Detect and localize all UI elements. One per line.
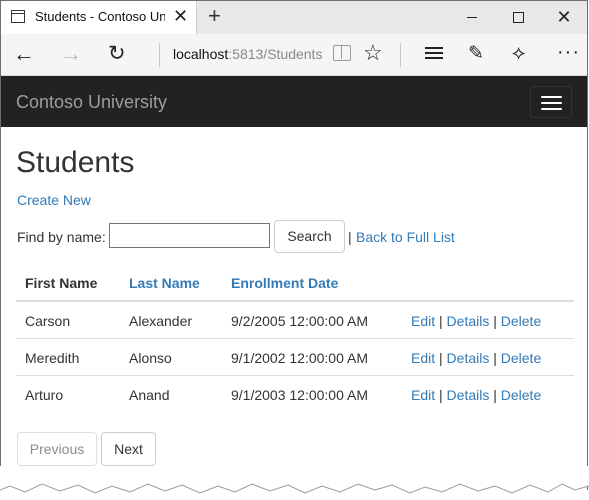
divider (159, 43, 160, 67)
previous-button[interactable]: Previous (17, 432, 97, 466)
cell-last-name: Alonso (129, 350, 172, 366)
search-input[interactable] (109, 223, 270, 248)
url-field[interactable]: localhost:5813/Students (173, 46, 322, 62)
divider (400, 43, 401, 67)
forward-arrow-icon[interactable]: → (60, 42, 82, 66)
tab-title: Students - Contoso Univ (35, 9, 165, 24)
page-title: Students (16, 146, 135, 179)
header-last-name-link[interactable]: Last Name (129, 275, 200, 291)
maximize-icon[interactable] (495, 1, 541, 33)
separator: | (493, 350, 497, 366)
cell-first-name: Arturo (25, 387, 64, 403)
edit-link[interactable]: Edit (411, 387, 435, 403)
torn-edge (0, 466, 589, 494)
favorite-star-icon[interactable]: ☆ (363, 41, 383, 65)
cell-last-name: Alexander (129, 313, 193, 329)
browser-window: Students - Contoso Univ ✕ + ✕ ← → ↻ loca… (0, 0, 588, 490)
row-actions: Edit | Details | Delete (411, 387, 541, 403)
new-tab-icon[interactable]: + (208, 4, 221, 28)
cell-enrollment-date: 9/1/2002 12:00:00 AM (231, 350, 368, 366)
hamburger-bar (541, 96, 562, 98)
table-row: Arturo Anand 9/1/2003 12:00:00 AM Edit |… (16, 376, 574, 413)
details-link[interactable]: Details (447, 350, 490, 366)
close-icon[interactable]: ✕ (173, 7, 188, 25)
separator: | (493, 313, 497, 329)
back-arrow-icon[interactable]: ← (13, 42, 35, 66)
delete-link[interactable]: Delete (501, 387, 541, 403)
edit-link[interactable]: Edit (411, 313, 435, 329)
tab-strip: Students - Contoso Univ ✕ + ✕ (1, 1, 587, 34)
cell-enrollment-date: 9/1/2003 12:00:00 AM (231, 387, 368, 403)
menu-toggle-button[interactable] (530, 86, 572, 118)
next-button[interactable]: Next (101, 432, 156, 466)
window-close-icon[interactable]: ✕ (541, 1, 587, 33)
create-new-link[interactable]: Create New (17, 192, 91, 208)
share-icon[interactable]: ⟡ (512, 42, 525, 64)
separator: | (439, 387, 443, 403)
minimize-icon[interactable] (449, 1, 495, 33)
address-bar: ← → ↻ localhost:5813/Students ☆ ✎ ⟡ ··· (1, 34, 587, 76)
web-note-icon[interactable]: ✎ (468, 43, 484, 65)
browser-tab[interactable]: Students - Contoso Univ ✕ (1, 1, 197, 34)
details-link[interactable]: Details (447, 387, 490, 403)
table-row: Carson Alexander 9/2/2005 12:00:00 AM Ed… (16, 302, 574, 339)
hamburger-bar (541, 102, 562, 104)
url-path: :5813/Students (228, 46, 323, 62)
site-navbar: Contoso University (1, 76, 587, 127)
separator: | (493, 387, 497, 403)
cell-enrollment-date: 9/2/2005 12:00:00 AM (231, 313, 368, 329)
header-first-name: First Name (25, 275, 98, 291)
delete-link[interactable]: Delete (501, 313, 541, 329)
hamburger-bar (541, 108, 562, 110)
cell-first-name: Meredith (25, 350, 80, 366)
delete-link[interactable]: Delete (501, 350, 541, 366)
table-row: Meredith Alonso 9/1/2002 12:00:00 AM Edi… (16, 339, 574, 376)
back-to-full-list-link[interactable]: Back to Full List (356, 229, 455, 245)
details-link[interactable]: Details (447, 313, 490, 329)
find-label: Find by name: (17, 229, 106, 245)
separator: | (439, 313, 443, 329)
url-host: localhost (173, 46, 229, 62)
page-icon (11, 10, 25, 23)
refresh-icon[interactable]: ↻ (108, 42, 126, 66)
hub-icon[interactable] (425, 47, 443, 60)
header-enrollment-date-link[interactable]: Enrollment Date (231, 275, 338, 291)
separator: | (348, 229, 352, 245)
cell-last-name: Anand (129, 387, 170, 403)
cell-first-name: Carson (25, 313, 71, 329)
row-actions: Edit | Details | Delete (411, 313, 541, 329)
reading-view-icon[interactable] (333, 45, 351, 61)
site-brand[interactable]: Contoso University (16, 92, 167, 113)
search-button[interactable]: Search (274, 220, 345, 253)
edit-link[interactable]: Edit (411, 350, 435, 366)
more-icon[interactable]: ··· (557, 41, 580, 63)
row-actions: Edit | Details | Delete (411, 350, 541, 366)
separator: | (439, 350, 443, 366)
